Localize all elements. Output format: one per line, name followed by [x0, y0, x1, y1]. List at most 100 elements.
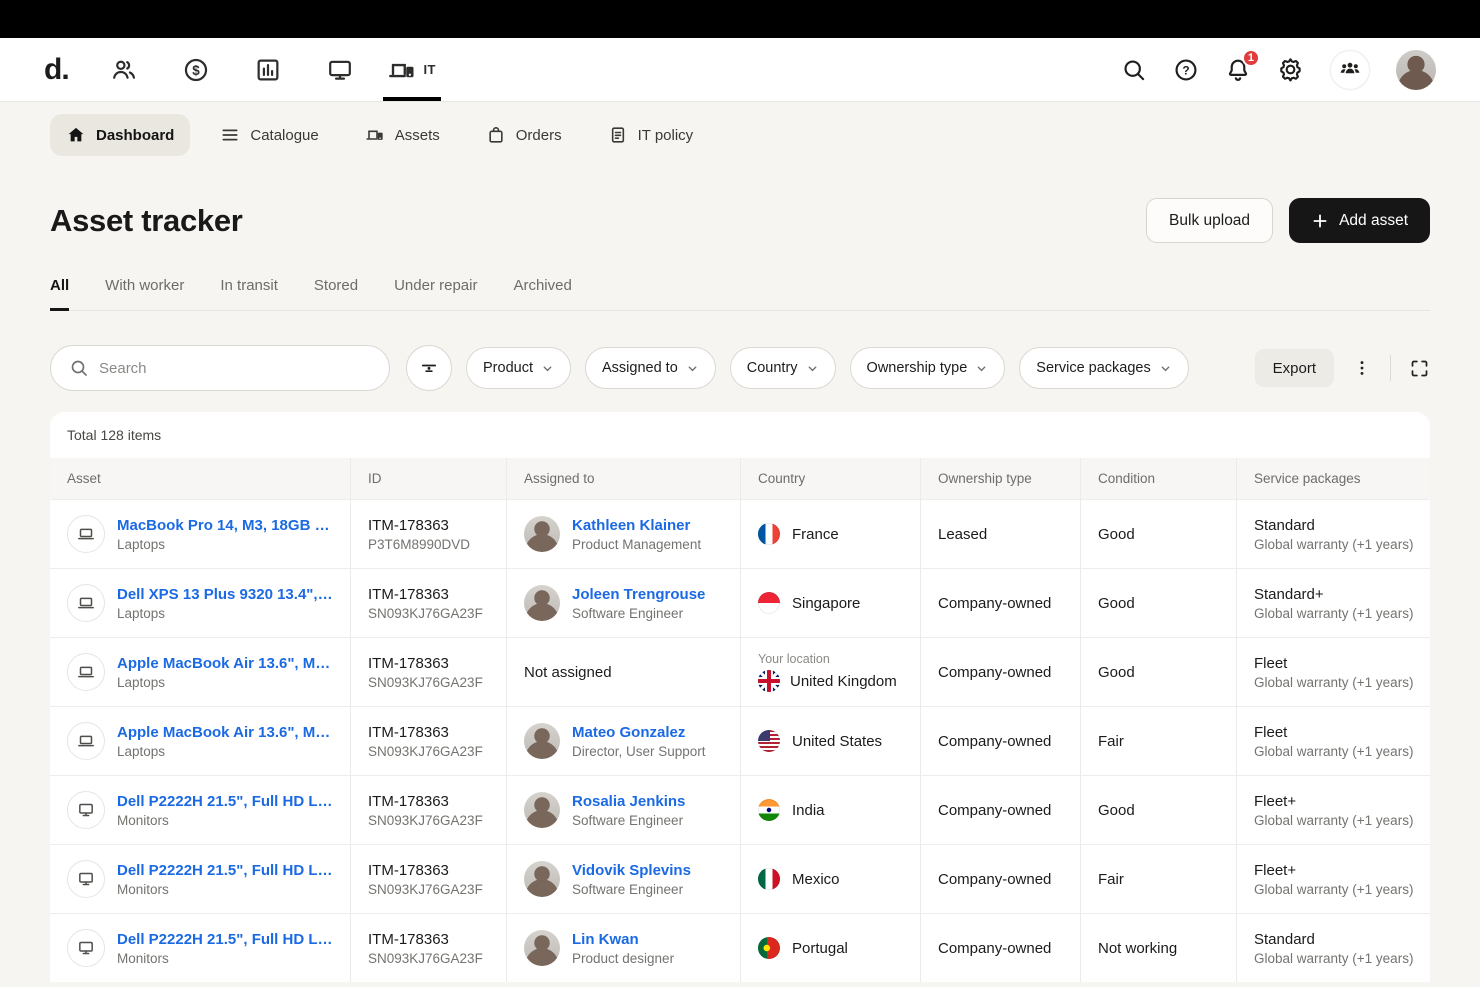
table-row[interactable]: Dell XPS 13 Plus 9320 13.4", i... Laptop…	[50, 568, 1430, 637]
table-row[interactable]: Dell P2222H 21.5", Full HD LE... Monitor…	[50, 913, 1430, 982]
person-role: Software Engineer	[572, 813, 685, 828]
asset-name-link[interactable]: Dell XPS 13 Plus 9320 13.4", i...	[117, 586, 333, 603]
column-header-asset[interactable]: Asset	[50, 458, 350, 499]
person-avatar	[524, 516, 560, 552]
subnav-label: Dashboard	[96, 127, 174, 144]
nav-equipment-icon[interactable]	[311, 38, 369, 101]
asset-name-link[interactable]: Apple MacBook Air 13.6", M2...	[117, 724, 333, 741]
nav-it-tab[interactable]: IT	[383, 38, 441, 101]
table-row[interactable]: MacBook Pro 14, M3, 18GB R... Laptops IT…	[50, 499, 1430, 568]
notification-badge: 1	[1242, 49, 1260, 67]
asset-name-link[interactable]: Dell P2222H 21.5", Full HD LE...	[117, 862, 333, 879]
help-icon[interactable]: ?	[1173, 57, 1199, 83]
people-icon	[110, 56, 138, 84]
subnav-catalogue[interactable]: Catalogue	[204, 114, 334, 156]
asset-id: ITM-178363	[368, 586, 483, 603]
tab-archived[interactable]: Archived	[513, 277, 571, 311]
country-name: India	[792, 802, 825, 819]
table-row[interactable]: Dell P2222H 21.5", Full HD LE... Monitor…	[50, 775, 1430, 844]
asset-name-link[interactable]: Dell P2222H 21.5", Full HD LE...	[117, 931, 333, 948]
person-role: Software Engineer	[572, 882, 691, 897]
person-name-link[interactable]: Kathleen Klainer	[572, 517, 701, 534]
subnav-assets[interactable]: Assets	[349, 114, 456, 156]
person-avatar	[524, 792, 560, 828]
status-tabs: All With worker In transit Stored Under …	[50, 277, 1430, 311]
united-states-flag-icon	[758, 730, 780, 752]
service-package-detail: Global warranty (+1 years)	[1254, 675, 1413, 690]
team-icon[interactable]	[1330, 50, 1370, 90]
fullscreen-icon[interactable]	[1409, 358, 1430, 379]
asset-name-link[interactable]: Dell P2222H 21.5", Full HD LE...	[117, 793, 333, 810]
asset-id: ITM-178363	[368, 793, 483, 810]
add-asset-button[interactable]: Add asset	[1289, 198, 1430, 243]
export-button[interactable]: Export	[1255, 349, 1334, 387]
subnav-dashboard[interactable]: Dashboard	[50, 114, 190, 156]
table-row[interactable]: Dell P2222H 21.5", Full HD LE... Monitor…	[50, 844, 1430, 913]
service-packages-filter[interactable]: Service packages	[1019, 347, 1188, 389]
ownership-type: Company-owned	[938, 940, 1051, 957]
subnav-it-policy[interactable]: IT policy	[592, 114, 710, 156]
user-avatar[interactable]	[1396, 50, 1436, 90]
table-header-row: Asset ID Assigned to Country Ownership t…	[50, 458, 1430, 499]
person-name-link[interactable]: Lin Kwan	[572, 931, 674, 948]
asset-serial: SN093KJ76GA23F	[368, 606, 483, 621]
asset-serial: SN093KJ76GA23F	[368, 813, 483, 828]
chevron-down-icon	[686, 362, 699, 375]
bulk-upload-button[interactable]: Bulk upload	[1146, 198, 1273, 243]
ownership-type: Company-owned	[938, 802, 1051, 819]
country-filter[interactable]: Country	[730, 347, 836, 389]
notifications-bell-icon[interactable]: 1	[1225, 57, 1251, 83]
nav-analytics-icon[interactable]	[239, 38, 297, 101]
person-name-link[interactable]: Joleen Trengrouse	[572, 586, 705, 603]
tab-in-transit[interactable]: In transit	[220, 277, 278, 311]
column-header-country[interactable]: Country	[740, 458, 920, 499]
column-header-assigned-to[interactable]: Assigned to	[506, 458, 740, 499]
subnav-label: Assets	[395, 127, 440, 144]
asset-name-link[interactable]: Apple MacBook Air 13.6", M2...	[117, 655, 333, 672]
person-name-link[interactable]: Mateo Gonzalez	[572, 724, 706, 741]
subnav-orders[interactable]: Orders	[470, 114, 578, 156]
subnav-label: Catalogue	[250, 127, 318, 144]
ownership-type: Company-owned	[938, 871, 1051, 888]
tab-under-repair[interactable]: Under repair	[394, 277, 477, 311]
asset-name-link[interactable]: MacBook Pro 14, M3, 18GB R...	[117, 517, 333, 534]
table-row[interactable]: Apple MacBook Air 13.6", M2... Laptops I…	[50, 637, 1430, 706]
product-filter[interactable]: Product	[466, 347, 571, 389]
tab-stored[interactable]: Stored	[314, 277, 358, 311]
page-title: Asset tracker	[50, 203, 243, 239]
person-name-link[interactable]: Vidovik Splevins	[572, 862, 691, 879]
india-flag-icon	[758, 799, 780, 821]
shopping-bag-icon	[486, 125, 506, 145]
person-name-link[interactable]: Rosalia Jenkins	[572, 793, 685, 810]
filter-toolbar: Product Assigned to Country Ownership ty…	[50, 345, 1430, 391]
tab-with-worker[interactable]: With worker	[105, 277, 184, 311]
main-content: Asset tracker Bulk upload Add asset All …	[0, 198, 1480, 982]
document-icon	[608, 125, 628, 145]
table-row[interactable]: Apple MacBook Air 13.6", M2... Laptops I…	[50, 706, 1430, 775]
nav-finance-icon[interactable]: $	[167, 38, 225, 101]
laptop-icon	[67, 515, 105, 553]
monitor-icon	[326, 56, 354, 84]
subnav-label: IT policy	[638, 127, 694, 144]
section-nav: Dashboard Catalogue Assets Orders	[0, 102, 1480, 168]
service-package-detail: Global warranty (+1 years)	[1254, 606, 1413, 621]
ownership-type-filter[interactable]: Ownership type	[850, 347, 1006, 389]
search-icon[interactable]	[1121, 57, 1147, 83]
service-package: Fleet	[1254, 724, 1413, 741]
search-input[interactable]	[99, 360, 371, 377]
tab-all[interactable]: All	[50, 277, 69, 311]
asset-category: Monitors	[117, 813, 333, 828]
deel-logo[interactable]: d.	[44, 53, 81, 87]
settings-gear-icon[interactable]	[1277, 56, 1304, 83]
nav-people-icon[interactable]	[95, 38, 153, 101]
column-header-service-packages[interactable]: Service packages	[1236, 458, 1430, 499]
filter-button[interactable]	[406, 345, 452, 391]
column-header-ownership-type[interactable]: Ownership type	[920, 458, 1080, 499]
column-header-condition[interactable]: Condition	[1080, 458, 1236, 499]
more-options-icon[interactable]	[1352, 358, 1372, 378]
person-avatar	[524, 585, 560, 621]
assigned-to-filter[interactable]: Assigned to	[585, 347, 716, 389]
column-header-id[interactable]: ID	[350, 458, 506, 499]
asset-id: ITM-178363	[368, 517, 470, 534]
service-package-detail: Global warranty (+1 years)	[1254, 813, 1413, 828]
